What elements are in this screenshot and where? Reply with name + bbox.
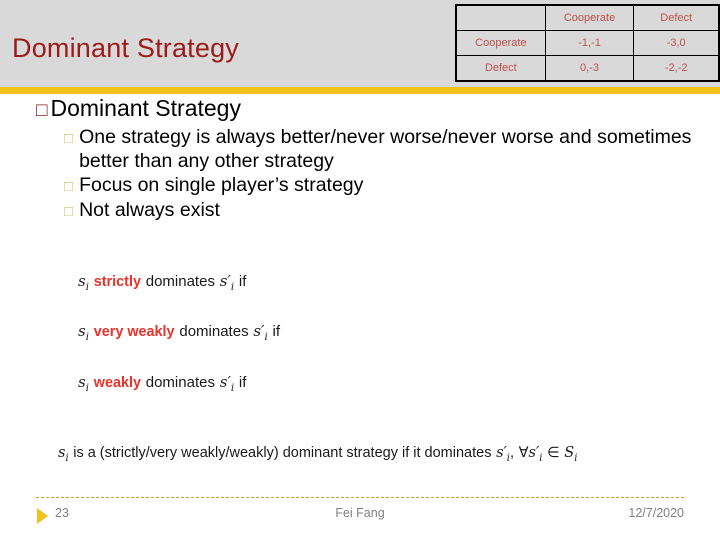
formula-lhs-subscript: i: [85, 383, 89, 394]
formula-tail: if: [238, 374, 247, 391]
square-bullet-icon: □: [64, 129, 74, 147]
matrix-row-header-cooperate: Cooperate: [455, 30, 546, 56]
formula-emphasis-very-weakly: very weakly: [93, 324, 175, 340]
matrix-cell-dd: -2,-2: [633, 55, 720, 82]
matrix-row-header-defect: Defect: [455, 55, 546, 82]
bullet-level2-focus-single-player: □ Focus on single player’s strategy: [64, 174, 720, 198]
formula-rhs-symbol: s′: [219, 373, 231, 391]
bullet-level2-label: Not always exist: [79, 199, 220, 222]
formula-strictly-dominates: si strictly dominates s′i if: [78, 272, 246, 293]
formula-emphasis-strictly: strictly: [93, 274, 141, 290]
square-bullet-icon: □: [64, 203, 74, 221]
formula-verb: dominates: [145, 273, 215, 290]
formula-lhs-subscript: i: [65, 452, 69, 464]
bullet-level2-label: One strategy is always better/never wors…: [79, 125, 692, 172]
table-header-row: Cooperate Defect: [455, 4, 720, 31]
formula-weakly-dominates: si weakly dominates s′i if: [78, 373, 246, 394]
footer-date: 12/7/2020: [628, 506, 684, 520]
formula-set-subscript: i: [574, 452, 578, 464]
formula-lhs-subscript: i: [85, 282, 89, 293]
bullet-level1-dominant-strategy: □ Dominant Strategy: [36, 95, 720, 122]
formula-rhs-subscript: i: [230, 383, 235, 394]
formula-lhs-subscript: i: [85, 332, 89, 343]
formula-rhs-subscript: i: [230, 282, 235, 293]
formula-rhs2-symbol: s′: [528, 445, 540, 461]
bullet-level2-one-strategy: □ One strategy is always better/never wo…: [64, 126, 720, 174]
square-bullet-icon: □: [64, 178, 74, 196]
formula-emphasis-weakly: weakly: [93, 375, 141, 391]
formula-forall-symbol: ∀: [518, 445, 529, 461]
formula-rhs2-subscript: i: [539, 452, 543, 464]
formula-verb: dominates: [145, 374, 215, 391]
formula-comma: ,: [509, 445, 514, 461]
matrix-col-header-defect: Defect: [633, 4, 720, 31]
formula-very-weakly-dominates: si very weakly dominates s′i if: [78, 322, 280, 343]
footer-divider: [36, 497, 684, 498]
matrix-cell-cd: -3,0: [633, 30, 720, 56]
bullet-level2-label: Focus on single player’s strategy: [79, 174, 364, 197]
formula-lhs-symbol: s: [78, 272, 86, 290]
formula-dominant-strategy-definition: si is a (strictly/very weakly/weakly) do…: [58, 445, 577, 464]
formula-lhs-symbol: s: [78, 373, 86, 391]
footer-author: Fei Fang: [335, 506, 385, 520]
formula-rhs-symbol: s′: [219, 272, 231, 290]
formula-verb: dominates: [179, 323, 249, 340]
formula-rhs-symbol: s′: [496, 445, 507, 461]
formula-tail: if: [238, 273, 247, 290]
matrix-corner-cell: [455, 4, 546, 31]
matrix-col-header-cooperate: Cooperate: [544, 4, 635, 31]
table-row: Cooperate -1,-1 -3,0: [455, 30, 720, 56]
header-accent-rule: [0, 87, 720, 94]
formula-lhs-symbol: s: [78, 322, 86, 340]
formula-set-symbol: S: [564, 445, 575, 461]
payoff-matrix-table: Cooperate Defect Cooperate -1,-1 -3,0 De…: [455, 4, 720, 82]
formula-tail: if: [272, 323, 281, 340]
formula-rhs-symbol: s′: [253, 322, 265, 340]
formula-body-text: is a (strictly/very weakly/weakly) domin…: [73, 445, 492, 461]
bullet-level2-not-always-exist: □ Not always exist: [64, 199, 720, 223]
slide-footer: 23 Fei Fang 12/7/2020: [0, 503, 720, 529]
matrix-cell-dc: 0,-3: [544, 55, 635, 82]
formula-rhs-subscript: i: [264, 332, 268, 343]
slide-body: □ Dominant Strategy □ One strategy is al…: [0, 95, 720, 224]
table-row: Defect 0,-3 -2,-2: [455, 55, 720, 82]
formula-element-of-symbol: ∈: [547, 445, 560, 461]
page-title: Dominant Strategy: [12, 33, 240, 63]
square-bullet-icon: □: [36, 100, 48, 121]
matrix-cell-cc: -1,-1: [544, 30, 635, 56]
bullet-level1-label: Dominant Strategy: [50, 95, 241, 121]
